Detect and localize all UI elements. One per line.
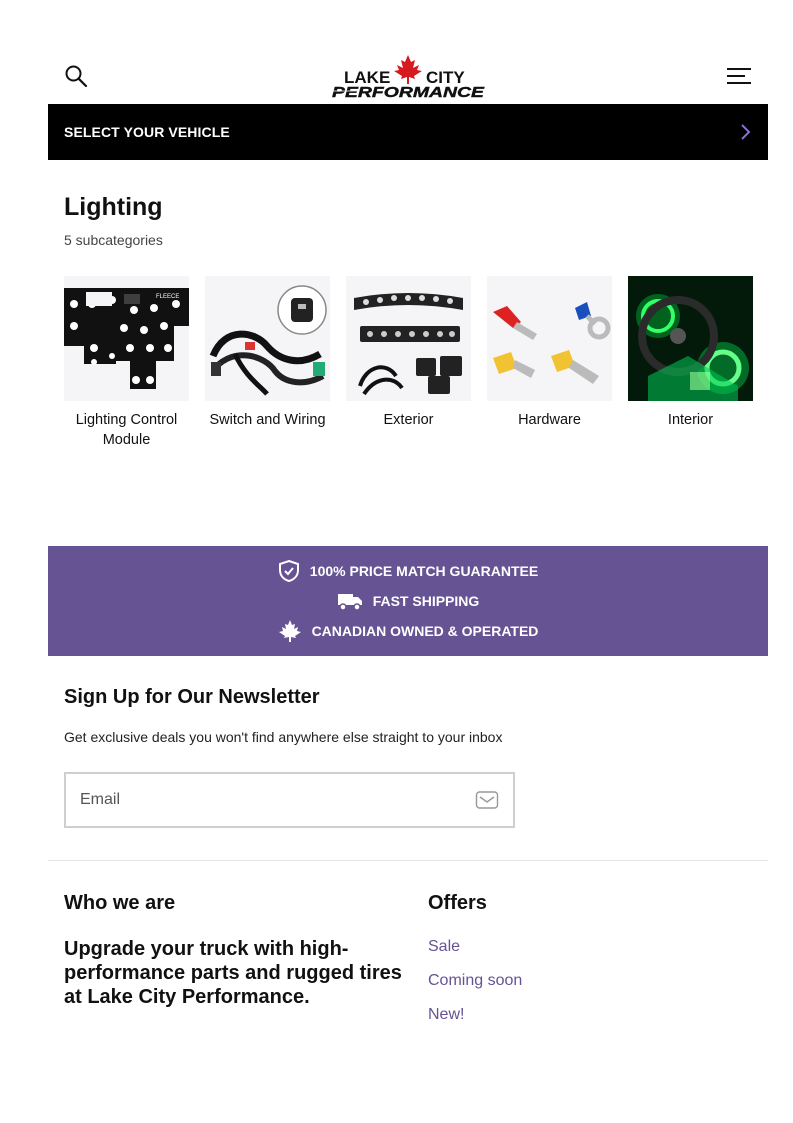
offers-link-sale[interactable]: Sale bbox=[428, 938, 460, 955]
shield-check-icon bbox=[278, 560, 299, 582]
who-we-are-heading: Who we are bbox=[64, 892, 176, 914]
offers-link-coming-soon[interactable]: Coming soon bbox=[428, 972, 522, 989]
hardware-image bbox=[487, 276, 612, 401]
offers-link-item: New! bbox=[428, 1006, 522, 1040]
offers-link-item: Sale bbox=[428, 938, 522, 972]
banner-label: FAST SHIPPING bbox=[372, 593, 480, 609]
subcategory-label: Exterior bbox=[383, 412, 434, 428]
banner-item-canadian-owned: CANADIAN OWNED & OPERATED bbox=[278, 620, 539, 642]
offers-link-new[interactable]: New! bbox=[428, 1006, 464, 1023]
subcategory-count: 5 subcategories bbox=[64, 232, 163, 248]
maple-leaf-icon bbox=[278, 620, 301, 642]
trust-banner: 100% PRICE MATCH GUARANTEE FAST SHIPPING… bbox=[48, 546, 768, 656]
offers-link-item: Coming soon bbox=[428, 972, 522, 1006]
subcategory-tile-hardware[interactable]: Hardware bbox=[487, 276, 612, 450]
subcategory-grid: FLEECE Lighting Control Module Switch an… bbox=[64, 276, 753, 450]
subcategory-tile-lighting-control-module[interactable]: FLEECE Lighting Control Module bbox=[64, 276, 189, 450]
category-title: Lighting bbox=[64, 193, 163, 221]
email-input[interactable] bbox=[80, 791, 475, 809]
hamburger-menu-icon[interactable] bbox=[726, 64, 752, 88]
banner-label: 100% PRICE MATCH GUARANTEE bbox=[309, 563, 539, 579]
subcategory-tile-exterior[interactable]: Exterior bbox=[346, 276, 471, 450]
subcategory-tile-interior[interactable]: Interior bbox=[628, 276, 753, 450]
select-vehicle-bar[interactable]: SELECT YOUR VEHICLE bbox=[48, 104, 768, 160]
site-header: LAKE CITY PERFORMANCE bbox=[48, 48, 768, 104]
newsletter-email-field bbox=[64, 772, 515, 828]
chevron-right-icon bbox=[741, 124, 751, 140]
subcategory-label: Interior bbox=[667, 412, 714, 428]
footer-divider bbox=[48, 860, 768, 861]
svg-text:FLEECE: FLEECE bbox=[156, 294, 179, 300]
who-we-are-text: Upgrade your truck with high-performance… bbox=[64, 938, 402, 1008]
offers-heading: Offers bbox=[428, 892, 487, 914]
banner-label: CANADIAN OWNED & OPERATED bbox=[311, 623, 539, 639]
subcategory-label: Hardware bbox=[518, 412, 581, 428]
offers-link-list: Sale Coming soon New! bbox=[428, 938, 522, 1040]
subcategory-tile-switch-and-wiring[interactable]: Switch and Wiring bbox=[205, 276, 330, 450]
subcategory-label: Switch and Wiring bbox=[209, 412, 326, 428]
select-vehicle-label: SELECT YOUR VEHICLE bbox=[64, 124, 230, 140]
interior-image bbox=[628, 276, 753, 401]
envelope-icon[interactable] bbox=[475, 790, 499, 810]
subcategory-label: Lighting Control Module bbox=[75, 412, 178, 448]
logo-text-performance: PERFORMANCE bbox=[332, 84, 485, 100]
banner-item-fast-shipping: FAST SHIPPING bbox=[337, 590, 480, 612]
newsletter-title: Sign Up for Our Newsletter bbox=[64, 686, 320, 708]
search-icon[interactable] bbox=[64, 64, 88, 88]
lighting-control-module-image: FLEECE bbox=[64, 276, 189, 401]
banner-item-price-match: 100% PRICE MATCH GUARANTEE bbox=[278, 560, 538, 582]
switch-and-wiring-image bbox=[205, 276, 330, 401]
site-logo[interactable]: LAKE CITY PERFORMANCE bbox=[328, 54, 488, 100]
exterior-image bbox=[346, 276, 471, 401]
truck-icon bbox=[337, 594, 362, 611]
newsletter-description: Get exclusive deals you won't find anywh… bbox=[64, 729, 503, 745]
